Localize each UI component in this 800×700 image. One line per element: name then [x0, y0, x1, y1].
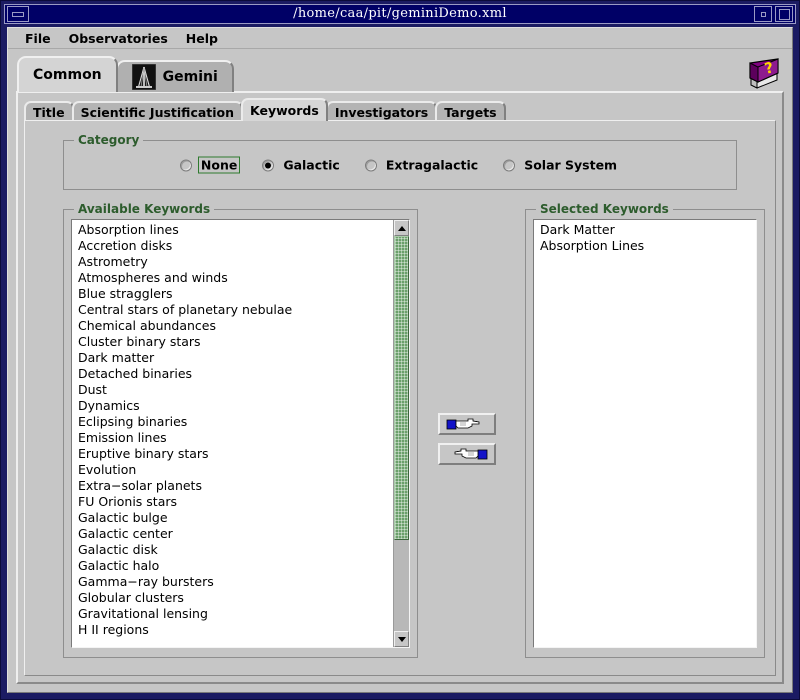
application-window: /home/caa/pit/geminiDemo.xml File Observ…	[0, 0, 800, 700]
list-item[interactable]: Gamma−ray bursters	[74, 574, 393, 590]
list-item[interactable]: Dark Matter	[536, 222, 756, 238]
list-item[interactable]: FU Orionis stars	[74, 494, 393, 510]
radio-option-solar-system[interactable]: Solar System	[503, 157, 620, 174]
radio-option-extragalactic[interactable]: Extragalactic	[364, 157, 481, 174]
observatory-tab-bar: Common Gemini	[17, 56, 234, 92]
section-tab-bar: Title Scientific Justification Keywords …	[24, 98, 506, 121]
radio-extragalactic-indicator	[364, 159, 377, 171]
telescope-icon	[131, 63, 157, 91]
menu-bar: File Observatories Help	[8, 28, 792, 49]
list-item[interactable]: Chemical abundances	[74, 318, 393, 334]
radio-none-indicator	[179, 159, 192, 171]
maximize-button[interactable]	[775, 6, 793, 22]
tab-title-label: Title	[33, 104, 65, 120]
tab-investigators[interactable]: Investigators	[325, 101, 438, 121]
list-item[interactable]: Atmospheres and winds	[74, 270, 393, 286]
tab-targets-label: Targets	[444, 104, 497, 120]
list-item[interactable]: Galactic center	[74, 526, 393, 542]
list-item[interactable]: Emission lines	[74, 430, 393, 446]
list-item[interactable]: Eruptive binary stars	[74, 446, 393, 462]
category-group: Category None Galactic Extragalactic Sol…	[63, 133, 737, 190]
tab-scientific-justification[interactable]: Scientific Justification	[71, 101, 244, 121]
list-item[interactable]: Extra−solar planets	[74, 478, 393, 494]
list-item[interactable]: Accretion disks	[74, 238, 393, 254]
radio-extragalactic-label: Extragalactic	[385, 157, 479, 173]
list-item[interactable]: Dynamics	[74, 398, 393, 414]
category-radio-group: None Galactic Extragalactic Solar System	[64, 156, 736, 174]
available-keywords-items[interactable]: Absorption lines Accretion disks Astrometr…	[72, 220, 393, 647]
radio-galactic-indicator	[262, 159, 275, 171]
radio-option-galactic[interactable]: Galactic	[262, 157, 343, 174]
help-book-icon[interactable]: ?	[744, 52, 782, 90]
list-item[interactable]: Eclipsing binaries	[74, 414, 393, 430]
window-menu-button[interactable]	[7, 6, 29, 22]
list-item[interactable]: Blue stragglers	[74, 286, 393, 302]
list-item[interactable]: Galactic bulge	[74, 510, 393, 526]
list-item[interactable]: Absorption Lines	[536, 238, 756, 254]
tab-gemini[interactable]: Gemini	[115, 60, 234, 92]
list-item[interactable]: Central stars of planetary nebulae	[74, 302, 393, 318]
radio-option-none[interactable]: None	[179, 156, 241, 174]
list-item[interactable]: Detached binaries	[74, 366, 393, 382]
add-keyword-button[interactable]	[438, 413, 496, 435]
selected-keywords-legend: Selected Keywords	[536, 202, 673, 216]
category-legend: Category	[74, 133, 144, 147]
list-item[interactable]: Galactic halo	[74, 558, 393, 574]
transfer-button-group	[438, 413, 496, 465]
tab-targets[interactable]: Targets	[435, 101, 506, 121]
observatory-panel: Title Scientific Justification Keywords …	[16, 91, 784, 684]
keywords-panel: Category None Galactic Extragalactic Sol…	[24, 120, 776, 676]
list-item[interactable]: Gravitational lensing	[74, 606, 393, 622]
list-item[interactable]: H II regions	[74, 622, 393, 638]
available-keywords-legend: Available Keywords	[74, 202, 215, 216]
window-inner: /home/caa/pit/geminiDemo.xml File Observ…	[4, 4, 796, 696]
tab-scientific-justification-label: Scientific Justification	[80, 104, 235, 120]
scroll-up-button[interactable]	[394, 220, 409, 236]
selected-keywords-group: Selected Keywords Dark Matter Absorption …	[525, 202, 765, 658]
list-item[interactable]: Absorption lines	[74, 222, 393, 238]
menu-help[interactable]: Help	[177, 29, 227, 48]
scroll-up-arrow-icon	[397, 225, 406, 231]
available-keywords-scrollbar[interactable]	[393, 220, 409, 647]
client-area: File Observatories Help ? Common Gemini …	[7, 27, 793, 693]
tab-common[interactable]: Common	[17, 56, 118, 92]
radio-none-label: None	[197, 156, 241, 174]
window-title: /home/caa/pit/geminiDemo.xml	[293, 6, 507, 21]
maximize-icon	[778, 8, 790, 20]
tab-investigators-label: Investigators	[334, 104, 429, 120]
list-item[interactable]: Galactic disk	[74, 542, 393, 558]
remove-keyword-button[interactable]	[438, 443, 496, 465]
menu-file[interactable]: File	[16, 29, 60, 48]
window-controls	[754, 6, 793, 22]
title-bar[interactable]: /home/caa/pit/geminiDemo.xml	[4, 4, 796, 24]
scrollbar-thumb[interactable]	[394, 236, 409, 541]
available-keywords-listbox[interactable]: Absorption lines Accretion disks Astrometr…	[71, 219, 410, 648]
list-item[interactable]: Astrometry	[74, 254, 393, 270]
list-item[interactable]: Dark matter	[74, 350, 393, 366]
tab-keywords[interactable]: Keywords	[241, 98, 328, 121]
radio-solar-system-indicator	[503, 159, 516, 171]
window-menu-icon	[12, 11, 24, 17]
selected-keywords-items[interactable]: Dark Matter Absorption Lines	[534, 220, 756, 647]
minimize-button[interactable]	[754, 6, 772, 22]
tab-gemini-label: Gemini	[162, 69, 218, 85]
radio-galactic-label: Galactic	[283, 157, 340, 173]
selected-keywords-listbox[interactable]: Dark Matter Absorption Lines	[533, 219, 757, 648]
tab-keywords-label: Keywords	[250, 103, 319, 118]
minimize-icon	[760, 11, 766, 17]
menu-observatories[interactable]: Observatories	[60, 29, 177, 48]
list-item[interactable]: Globular clusters	[74, 590, 393, 606]
scroll-down-arrow-icon	[397, 636, 406, 642]
tab-title[interactable]: Title	[24, 101, 74, 121]
scrollbar-track[interactable]	[394, 236, 409, 631]
radio-solar-system-label: Solar System	[524, 157, 618, 173]
available-keywords-group: Available Keywords Absorption lines Accre…	[63, 202, 418, 658]
tab-common-label: Common	[33, 67, 102, 83]
scroll-down-button[interactable]	[394, 631, 409, 647]
list-item[interactable]: Dust	[74, 382, 393, 398]
list-item[interactable]: Cluster binary stars	[74, 334, 393, 350]
list-item[interactable]: Evolution	[74, 462, 393, 478]
